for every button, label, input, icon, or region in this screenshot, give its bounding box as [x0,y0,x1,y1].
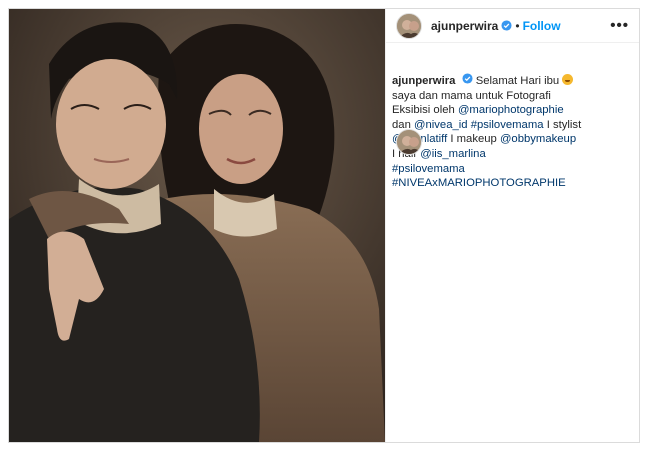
hashtag-psilovemama-2[interactable]: #psilovemama [392,162,581,177]
mention-mariophotographie[interactable]: @mariophotographie [458,104,564,116]
emoji-icon [562,74,574,85]
follow-button[interactable]: Follow [523,19,561,33]
caption-line-3: Eksibisi oleh @mariophotographie [392,103,581,118]
separator-dot: • [515,18,520,33]
caption-line-1: ajunperwira Selamat Hari ibu [392,73,581,89]
caption-line-1-text: Selamat Hari ibu [475,75,560,87]
avatar[interactable] [396,12,422,39]
mention-obbymakeup[interactable]: @obbymakeup [500,133,576,145]
post-header: ajunperwira • Follow ••• [386,9,639,43]
instagram-post: ajunperwira • Follow ••• ajunperwira Sel… [8,8,640,443]
post-photo[interactable] [9,9,385,442]
more-options-icon[interactable]: ••• [610,17,629,34]
caption-username-link[interactable]: ajunperwira [392,75,455,87]
caption-line-3-text: Eksibisi oleh [392,104,455,117]
verified-badge-icon [501,20,512,31]
hashtag-psilovemama[interactable]: #psilovemama [471,119,544,131]
caption-line-6: I hair @iis_marlina [392,147,581,162]
post-sidebar: ajunperwira • Follow ••• ajunperwira Sel… [385,9,639,442]
caption-line-4: dan @nivea_id #psilovemama I stylist [392,118,581,133]
caption-line-4-suffix: I stylist [546,118,582,131]
hashtag-niveaxmariophotographie[interactable]: #NIVEAxMARIOPHOTOGRAPHIE [392,176,581,191]
caption-avatar[interactable] [396,129,422,155]
username-link[interactable]: ajunperwira [431,19,498,33]
caption-line-2: saya dan mama untuk Fotografi [392,89,551,102]
caption-line-5-mid: I makeup [450,133,497,146]
caption-text: ajunperwira Selamat Hari ibu saya dan ma… [392,73,581,191]
mention-nivea-id[interactable]: @nivea_id [414,119,468,131]
avatar-image [397,13,421,38]
mention-iis-marlina[interactable]: @iis_marlina [420,148,485,160]
caption-verified-badge-icon [462,73,473,84]
caption: ajunperwira Selamat Hari ibu saya dan ma… [392,67,636,191]
portrait-image [9,9,385,442]
